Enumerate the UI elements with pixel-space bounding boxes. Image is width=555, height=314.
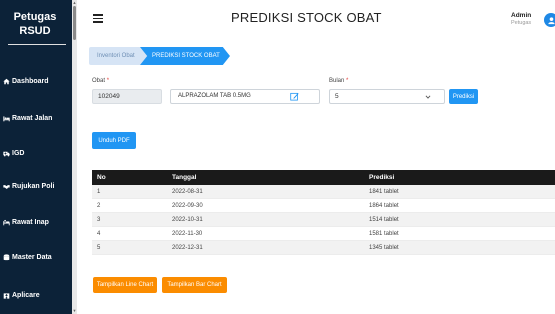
table-header: No Tanggal Prediksi bbox=[92, 170, 555, 185]
prediksi-button[interactable]: Prediksi bbox=[449, 89, 478, 104]
cell-prediksi: 1345 tablet bbox=[369, 244, 399, 251]
sidebar-item-label: Aplicare bbox=[12, 291, 40, 299]
table-row: 5 2022-12-31 1345 tablet bbox=[92, 241, 555, 255]
breadcrumb-inventori-obat[interactable]: Inventori Obat bbox=[89, 47, 149, 65]
bar-chart-button[interactable]: Tampilkan Bar Chart bbox=[162, 277, 227, 293]
cell-prediksi: 1581 tablet bbox=[369, 230, 399, 237]
menu-toggle-icon[interactable] bbox=[93, 14, 103, 23]
column-header-tanggal: Tanggal bbox=[172, 174, 197, 181]
cell-no: 2 bbox=[97, 202, 101, 209]
cell-no: 4 bbox=[97, 230, 101, 237]
sidebar-item-label: Rawat Inap bbox=[12, 218, 49, 226]
user-role: Petugas bbox=[511, 20, 532, 26]
sidebar-item-dashboard[interactable]: Dashboard bbox=[0, 73, 72, 89]
user-name: Admin bbox=[511, 12, 532, 19]
scroll-up-arrow-icon[interactable]: ▲ bbox=[72, 0, 77, 5]
unduh-pdf-button[interactable]: Unduh PDF bbox=[92, 132, 136, 149]
sidebar: Petugas RSUD Dashboard Rawat Jalan IGD R… bbox=[0, 0, 77, 314]
table-row: 1 2022-08-31 1841 tablet bbox=[92, 185, 555, 199]
table-row: 4 2022-11-30 1581 tablet bbox=[92, 227, 555, 241]
cell-tanggal: 2022-10-31 bbox=[172, 216, 203, 223]
hospital-icon bbox=[2, 291, 10, 299]
sidebar-item-rujukan-poli[interactable]: Rujukan Poli bbox=[0, 178, 72, 194]
obat-label: Obat * bbox=[92, 78, 110, 84]
database-icon bbox=[2, 253, 10, 261]
cell-prediksi: 1864 tablet bbox=[369, 202, 399, 209]
cell-tanggal: 2022-11-30 bbox=[172, 230, 203, 237]
column-header-no: No bbox=[97, 174, 106, 181]
sidebar-scrollbar[interactable] bbox=[72, 0, 77, 314]
cell-prediksi: 1841 tablet bbox=[369, 188, 399, 195]
ambulance-icon bbox=[2, 149, 10, 157]
cell-tanggal: 2022-09-30 bbox=[172, 202, 203, 209]
bed-icon bbox=[2, 114, 10, 122]
sidebar-item-label: Rujukan Poli bbox=[12, 182, 55, 190]
sidebar-item-aplicare[interactable]: Aplicare bbox=[0, 287, 72, 303]
cell-prediksi: 1514 tablet bbox=[369, 216, 399, 223]
edit-icon[interactable] bbox=[290, 92, 299, 101]
table-row: 3 2022-10-31 1514 tablet bbox=[92, 213, 555, 227]
sidebar-item-label: Master Data bbox=[12, 253, 52, 261]
prediction-table: No Tanggal Prediksi 1 2022-08-31 1841 ta… bbox=[92, 170, 555, 255]
scroll-down-arrow-icon[interactable]: ▼ bbox=[72, 308, 77, 314]
line-chart-button[interactable]: Tampilkan Line Chart bbox=[93, 277, 157, 293]
brand-line1: Petugas bbox=[13, 11, 57, 23]
sidebar-item-label: Rawat Jalan bbox=[12, 114, 53, 122]
sidebar-item-label: IGD bbox=[12, 149, 25, 157]
chevron-down-icon bbox=[425, 94, 431, 100]
column-header-prediksi: Prediksi bbox=[369, 174, 395, 181]
breadcrumb-prediksi-stock-obat: PREDIKSI STOCK OBAT bbox=[140, 47, 230, 65]
sidebar-scroll-thumb[interactable] bbox=[73, 6, 76, 40]
handshake-icon bbox=[2, 182, 10, 190]
brand: Petugas RSUD bbox=[0, 10, 70, 38]
sidebar-item-label: Dashboard bbox=[12, 77, 49, 85]
cell-no: 1 bbox=[97, 188, 101, 195]
procedures-icon bbox=[2, 218, 10, 226]
cell-tanggal: 2022-12-31 bbox=[172, 244, 203, 251]
cell-tanggal: 2022-08-31 bbox=[172, 188, 203, 195]
user-icon bbox=[547, 16, 555, 24]
user-avatar[interactable] bbox=[544, 13, 555, 27]
table-row: 2 2022-09-30 1864 tablet bbox=[92, 199, 555, 213]
home-icon bbox=[2, 77, 10, 85]
cell-no: 3 bbox=[97, 216, 101, 223]
bulan-label: Bulan * bbox=[329, 78, 349, 84]
sidebar-item-rawat-jalan[interactable]: Rawat Jalan bbox=[0, 110, 72, 126]
sidebar-item-master-data[interactable]: Master Data bbox=[0, 249, 72, 265]
page-title: PREDIKSI STOCK OBAT bbox=[231, 10, 382, 25]
sidebar-item-rawat-inap[interactable]: Rawat Inap bbox=[0, 214, 72, 230]
brand-divider bbox=[8, 44, 66, 45]
sidebar-item-igd[interactable]: IGD bbox=[0, 145, 72, 161]
obat-code-field: 102049 bbox=[92, 89, 162, 104]
cell-no: 5 bbox=[97, 244, 101, 251]
brand-line2: RSUD bbox=[19, 25, 51, 37]
